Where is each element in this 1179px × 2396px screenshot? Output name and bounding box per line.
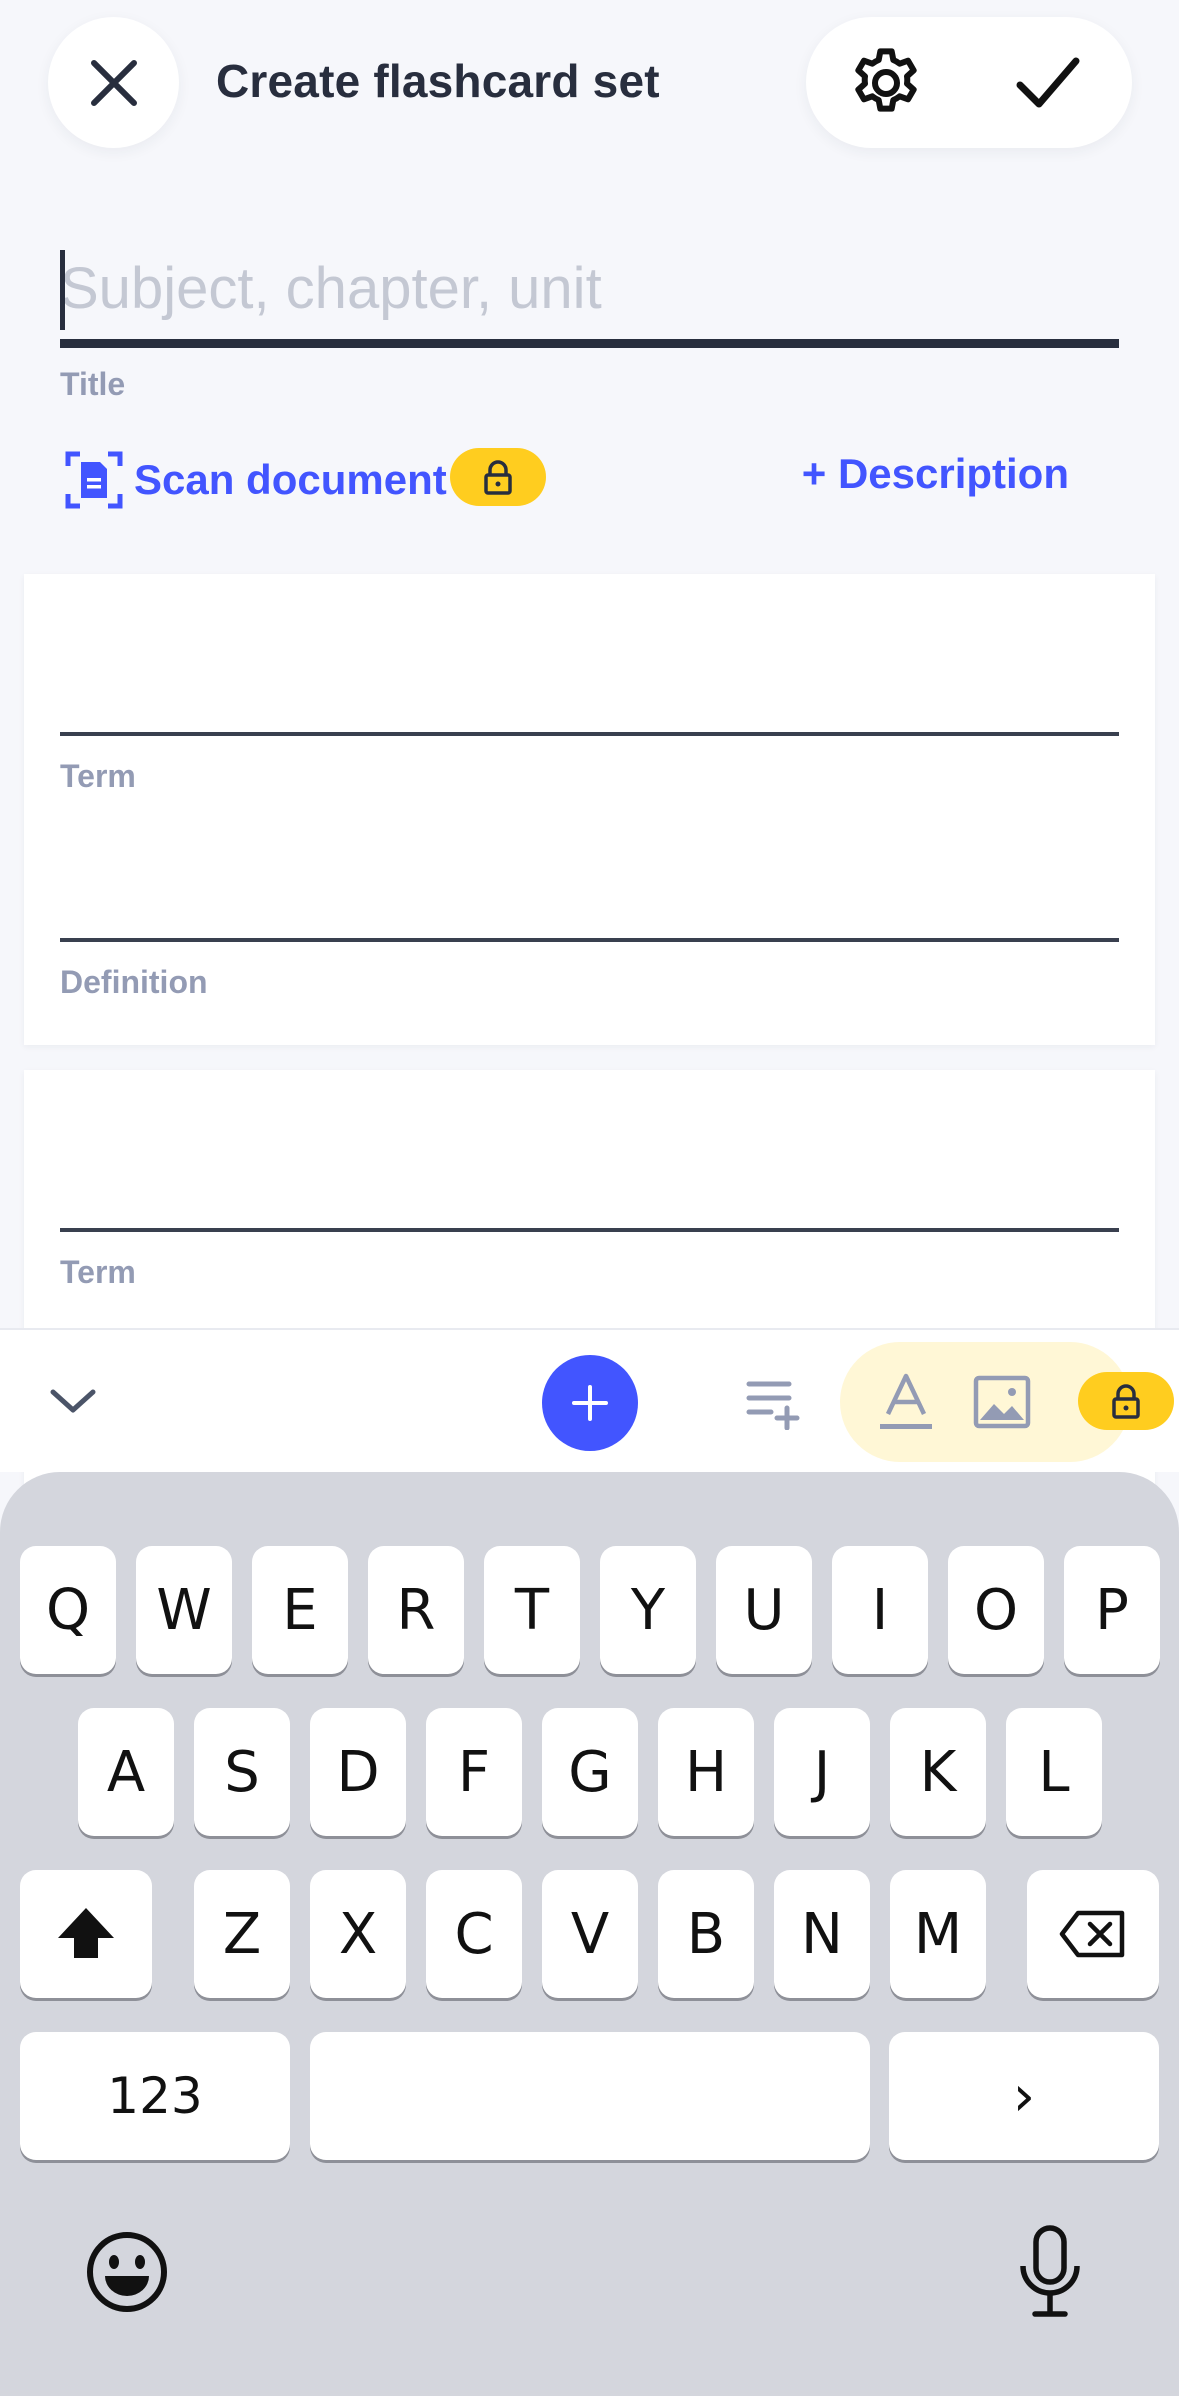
emoji-icon <box>87 2232 167 2312</box>
key-h[interactable]: H <box>658 1708 754 1836</box>
premium-format-group <box>840 1342 1174 1462</box>
key-a[interactable]: A <box>78 1708 174 1836</box>
key-v[interactable]: V <box>542 1870 638 1998</box>
key-e[interactable]: E <box>252 1546 348 1674</box>
term-underline <box>60 1228 1119 1232</box>
key-z[interactable]: Z <box>194 1870 290 1998</box>
key-k[interactable]: K <box>890 1708 986 1836</box>
term-input[interactable] <box>60 614 1119 724</box>
key-n[interactable]: N <box>774 1870 870 1998</box>
definition-input[interactable] <box>60 824 1119 934</box>
term-label: Term <box>60 758 136 794</box>
key-j[interactable]: J <box>774 1708 870 1836</box>
check-icon <box>1016 57 1080 108</box>
page-title: Create flashcard set <box>216 55 660 107</box>
header-actions <box>806 17 1132 148</box>
key-f[interactable]: F <box>426 1708 522 1836</box>
title-input[interactable] <box>60 238 1119 338</box>
settings-button[interactable] <box>844 41 928 125</box>
definition-underline <box>60 938 1119 942</box>
list-add-icon <box>746 1381 800 1430</box>
editor-toolbar <box>0 1328 1179 1472</box>
numbers-key[interactable]: 123 <box>20 2032 290 2160</box>
lock-icon <box>484 460 512 495</box>
key-d[interactable]: D <box>310 1708 406 1836</box>
key-o[interactable]: O <box>948 1546 1044 1674</box>
key-x[interactable]: X <box>310 1870 406 1998</box>
key-p[interactable]: P <box>1064 1546 1160 1674</box>
collapse-keyboard-button[interactable] <box>38 1366 108 1436</box>
shift-icon <box>58 1908 114 1958</box>
image-button[interactable] <box>966 1366 1038 1438</box>
scan-document-button[interactable]: Scan document <box>64 440 447 520</box>
chevron-down-icon <box>50 1389 96 1413</box>
dictation-button[interactable] <box>1000 2222 1100 2322</box>
plus-icon <box>572 1385 608 1421</box>
lock-icon <box>1112 1384 1140 1419</box>
key-l[interactable]: L <box>1006 1708 1102 1836</box>
add-list-button[interactable] <box>742 1366 814 1438</box>
key-s[interactable]: S <box>194 1708 290 1836</box>
shift-key[interactable] <box>20 1870 152 1998</box>
key-w[interactable]: W <box>136 1546 232 1674</box>
add-card-button[interactable] <box>542 1355 638 1451</box>
close-icon <box>90 59 137 106</box>
backspace-key[interactable] <box>1027 1870 1159 1998</box>
key-t[interactable]: T <box>484 1546 580 1674</box>
term-input[interactable] <box>60 1110 1119 1210</box>
text-caret <box>60 250 65 330</box>
premium-lock-badge <box>450 448 546 506</box>
flashcard-1: Term Definition <box>24 574 1155 1045</box>
image-icon <box>973 1375 1031 1429</box>
title-label: Title <box>60 366 126 402</box>
key-r[interactable]: R <box>368 1546 464 1674</box>
key-y[interactable]: Y <box>600 1546 696 1674</box>
on-screen-keyboard: Q W E R T Y U I O P A S D F G H J K L Z … <box>0 1472 1179 2396</box>
return-key[interactable]: › <box>889 2032 1159 2160</box>
title-field <box>60 238 1119 348</box>
gear-icon <box>855 48 917 112</box>
space-key[interactable] <box>310 2032 870 2160</box>
text-format-button[interactable] <box>870 1366 942 1438</box>
key-m[interactable]: M <box>890 1870 986 1998</box>
scan-document-icon <box>65 451 123 509</box>
emoji-button[interactable] <box>77 2222 177 2322</box>
premium-lock-badge <box>1078 1372 1174 1430</box>
key-c[interactable]: C <box>426 1870 522 1998</box>
save-button[interactable] <box>1006 41 1090 125</box>
scan-document-label: Scan document <box>134 456 447 503</box>
text-format-icon <box>880 1373 932 1429</box>
term-underline <box>60 732 1119 736</box>
add-description-button[interactable]: + Description <box>802 450 1069 498</box>
close-button[interactable] <box>48 17 179 148</box>
microphone-icon <box>1020 2225 1080 2317</box>
key-b[interactable]: B <box>658 1870 754 1998</box>
key-q[interactable]: Q <box>20 1546 116 1674</box>
definition-label: Definition <box>60 964 208 1000</box>
key-u[interactable]: U <box>716 1546 812 1674</box>
backspace-icon <box>1059 1910 1125 1958</box>
key-i[interactable]: I <box>832 1546 928 1674</box>
term-label: Term <box>60 1254 136 1290</box>
key-g[interactable]: G <box>542 1708 638 1836</box>
